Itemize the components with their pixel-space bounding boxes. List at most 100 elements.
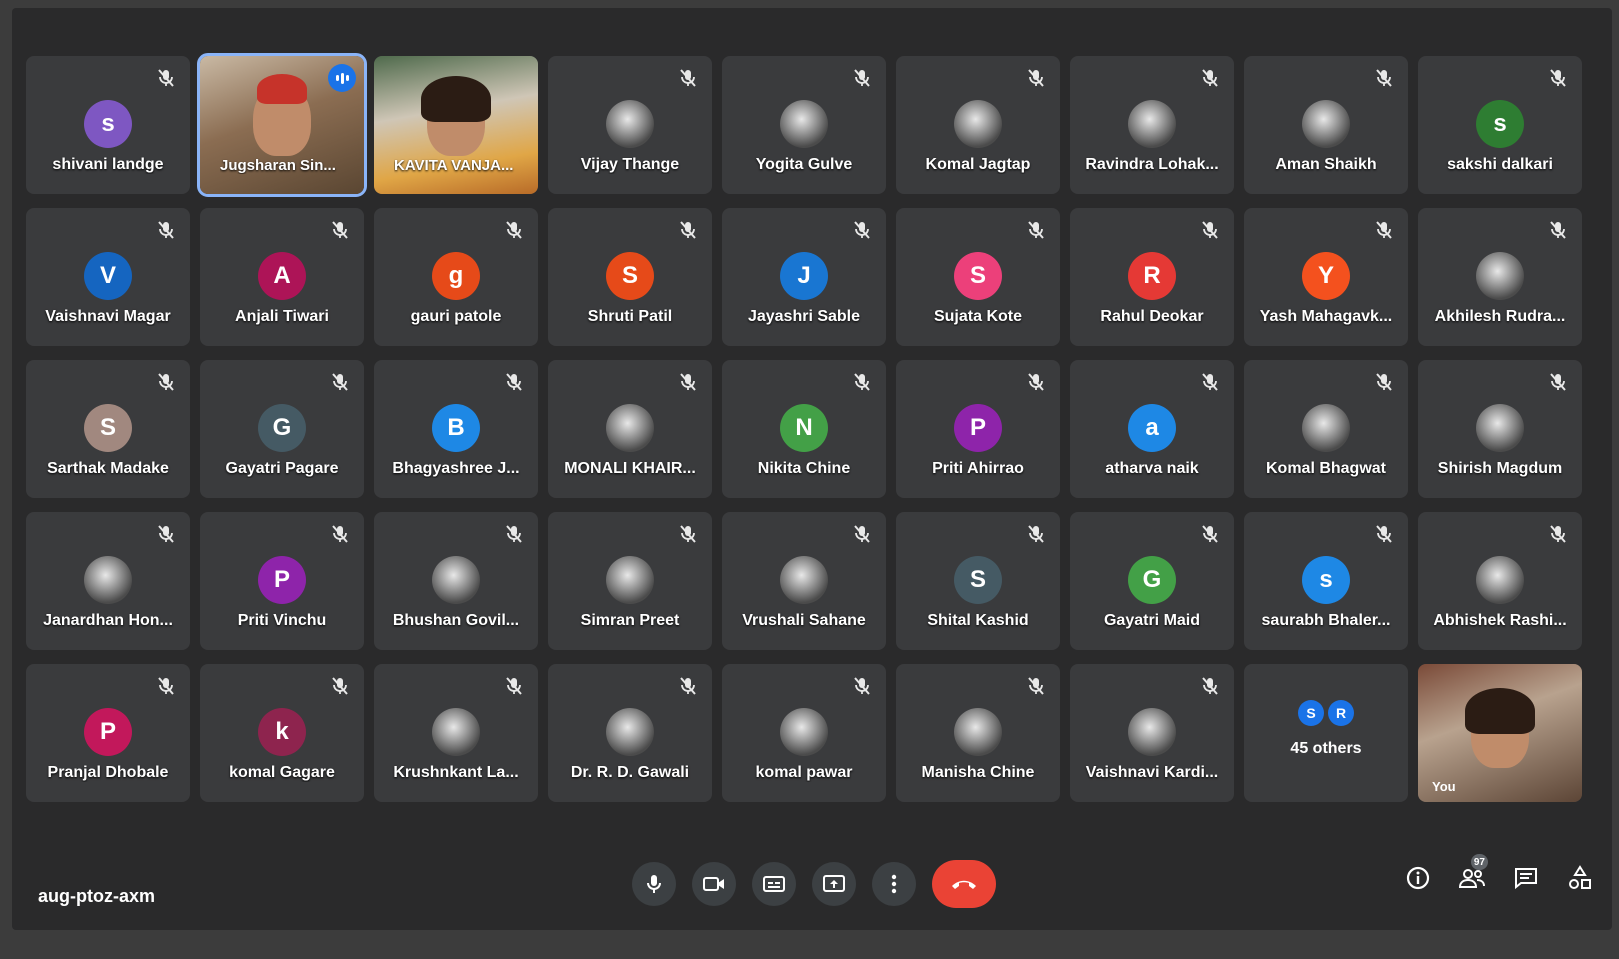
profile-photo [780,708,828,756]
participant-tile[interactable]: A Anjali Tiwari [200,208,364,346]
participant-tile[interactable]: P Priti Vinchu [200,512,364,650]
participant-name: Komal Jagtap [925,156,1031,173]
participant-name: Manisha Chine [921,764,1035,781]
video-tile[interactable]: Jugsharan Sin... [197,53,367,197]
present-icon [823,875,845,892]
captions-button[interactable] [752,862,796,906]
participant-tile[interactable]: Komal Bhagwat [1244,360,1408,498]
participant-name: Vijay Thange [580,156,680,173]
participant-tile[interactable]: G Gayatri Maid [1070,512,1234,650]
meeting-details-button[interactable] [1400,860,1436,896]
mic-off-icon [1376,69,1392,87]
participant-tile[interactable]: Ravindra Lohak... [1070,56,1234,194]
participant-tile[interactable]: Abhishek Rashi... [1418,512,1582,650]
participant-tile[interactable]: MONALI KHAIR... [548,360,712,498]
participant-tile[interactable]: S Sarthak Madake [26,360,190,498]
participant-tile[interactable]: P Pranjal Dhobale [26,664,190,802]
mic-off-icon [506,221,522,239]
participant-tile[interactable]: G Gayatri Pagare [200,360,364,498]
participant-tile[interactable]: k komal Gagare [200,664,364,802]
info-icon [1406,866,1430,890]
participant-tile[interactable]: N Nikita Chine [722,360,886,498]
participant-tile[interactable]: V Vaishnavi Magar [26,208,190,346]
participant-name: Priti Vinchu [237,612,327,629]
mic-off-icon [1376,373,1392,391]
avatar: R [1328,700,1354,726]
mic-off-icon [1202,221,1218,239]
more-vert-icon [891,874,897,894]
profile-photo [1302,100,1350,148]
participant-tile[interactable]: R Rahul Deokar [1070,208,1234,346]
mic-off-icon [1202,525,1218,543]
end-call-button[interactable] [932,860,996,908]
mic-button[interactable] [632,862,676,906]
participant-tile[interactable]: B Bhagyashree J... [374,360,538,498]
profile-photo [954,100,1002,148]
mic-off-icon [158,69,174,87]
participant-tile[interactable]: Akhilesh Rudra... [1418,208,1582,346]
present-button[interactable] [812,862,856,906]
mic-off-icon [680,221,696,239]
participant-tile[interactable]: Bhushan Govil... [374,512,538,650]
people-button[interactable]: 97 [1454,854,1490,896]
participant-tile[interactable]: S Shital Kashid [896,512,1060,650]
activities-button[interactable] [1562,860,1598,896]
profile-photo [84,556,132,604]
others-avatars: SR [1298,700,1354,726]
avatar: G [1128,556,1176,604]
speaking-indicator-icon [328,64,356,92]
participant-tile[interactable]: Simran Preet [548,512,712,650]
participant-tile[interactable]: komal pawar [722,664,886,802]
participant-tile[interactable]: Vaishnavi Kardi... [1070,664,1234,802]
participant-tile[interactable]: Manisha Chine [896,664,1060,802]
camera-icon [703,877,724,891]
participant-tile[interactable]: Krushnkant La... [374,664,538,802]
participant-tile[interactable]: Shirish Magdum [1418,360,1582,498]
participant-name: Jayashri Sable [747,308,861,325]
mic-off-icon [1550,69,1566,87]
participant-tile[interactable]: a atharva naik [1070,360,1234,498]
participant-tile[interactable]: Vijay Thange [548,56,712,194]
mic-off-icon [1028,677,1044,695]
participant-name: sakshi dalkari [1447,156,1553,173]
participant-tile[interactable]: Janardhan Hon... [26,512,190,650]
avatar: S [954,556,1002,604]
mic-off-icon [158,677,174,695]
participant-tile[interactable]: s sakshi dalkari [1418,56,1582,194]
video-tile[interactable]: KAVITA VANJA... [374,56,538,194]
mic-off-icon [854,677,870,695]
mic-off-icon [1028,373,1044,391]
participant-tile[interactable]: Yogita Gulve [722,56,886,194]
participant-tile[interactable]: P Priti Ahirrao [896,360,1060,498]
participant-name: Gayatri Pagare [225,460,339,477]
participant-name: Krushnkant La... [393,764,519,781]
avatar: P [84,708,132,756]
participant-name: shivani landge [52,156,164,173]
profile-photo [606,708,654,756]
participant-tile[interactable]: Vrushali Sahane [722,512,886,650]
mic-off-icon [1028,221,1044,239]
participant-name: Shirish Magdum [1437,460,1563,477]
mic-off-icon [332,221,348,239]
profile-photo [432,556,480,604]
self-video-tile[interactable]: You [1418,664,1582,802]
camera-button[interactable] [692,862,736,906]
participant-tile[interactable]: s saurabh Bhaler... [1244,512,1408,650]
chat-button[interactable] [1508,860,1544,896]
others-tile[interactable]: SR 45 others [1244,664,1408,802]
avatar: s [1302,556,1350,604]
participant-tile[interactable]: S Shruti Patil [548,208,712,346]
participant-tile[interactable]: Y Yash Mahagavk... [1244,208,1408,346]
more-options-button[interactable] [872,862,916,906]
participant-name: komal pawar [755,764,853,781]
participant-tile[interactable]: g gauri patole [374,208,538,346]
participant-tile[interactable]: J Jayashri Sable [722,208,886,346]
participant-tile[interactable]: Komal Jagtap [896,56,1060,194]
participant-tile[interactable]: s shivani landge [26,56,190,194]
participant-tile[interactable]: Aman Shaikh [1244,56,1408,194]
mic-off-icon [1028,525,1044,543]
mic-off-icon [854,221,870,239]
participant-name: Janardhan Hon... [43,612,173,629]
participant-tile[interactable]: Dr. R. D. Gawali [548,664,712,802]
participant-tile[interactable]: S Sujata Kote [896,208,1060,346]
